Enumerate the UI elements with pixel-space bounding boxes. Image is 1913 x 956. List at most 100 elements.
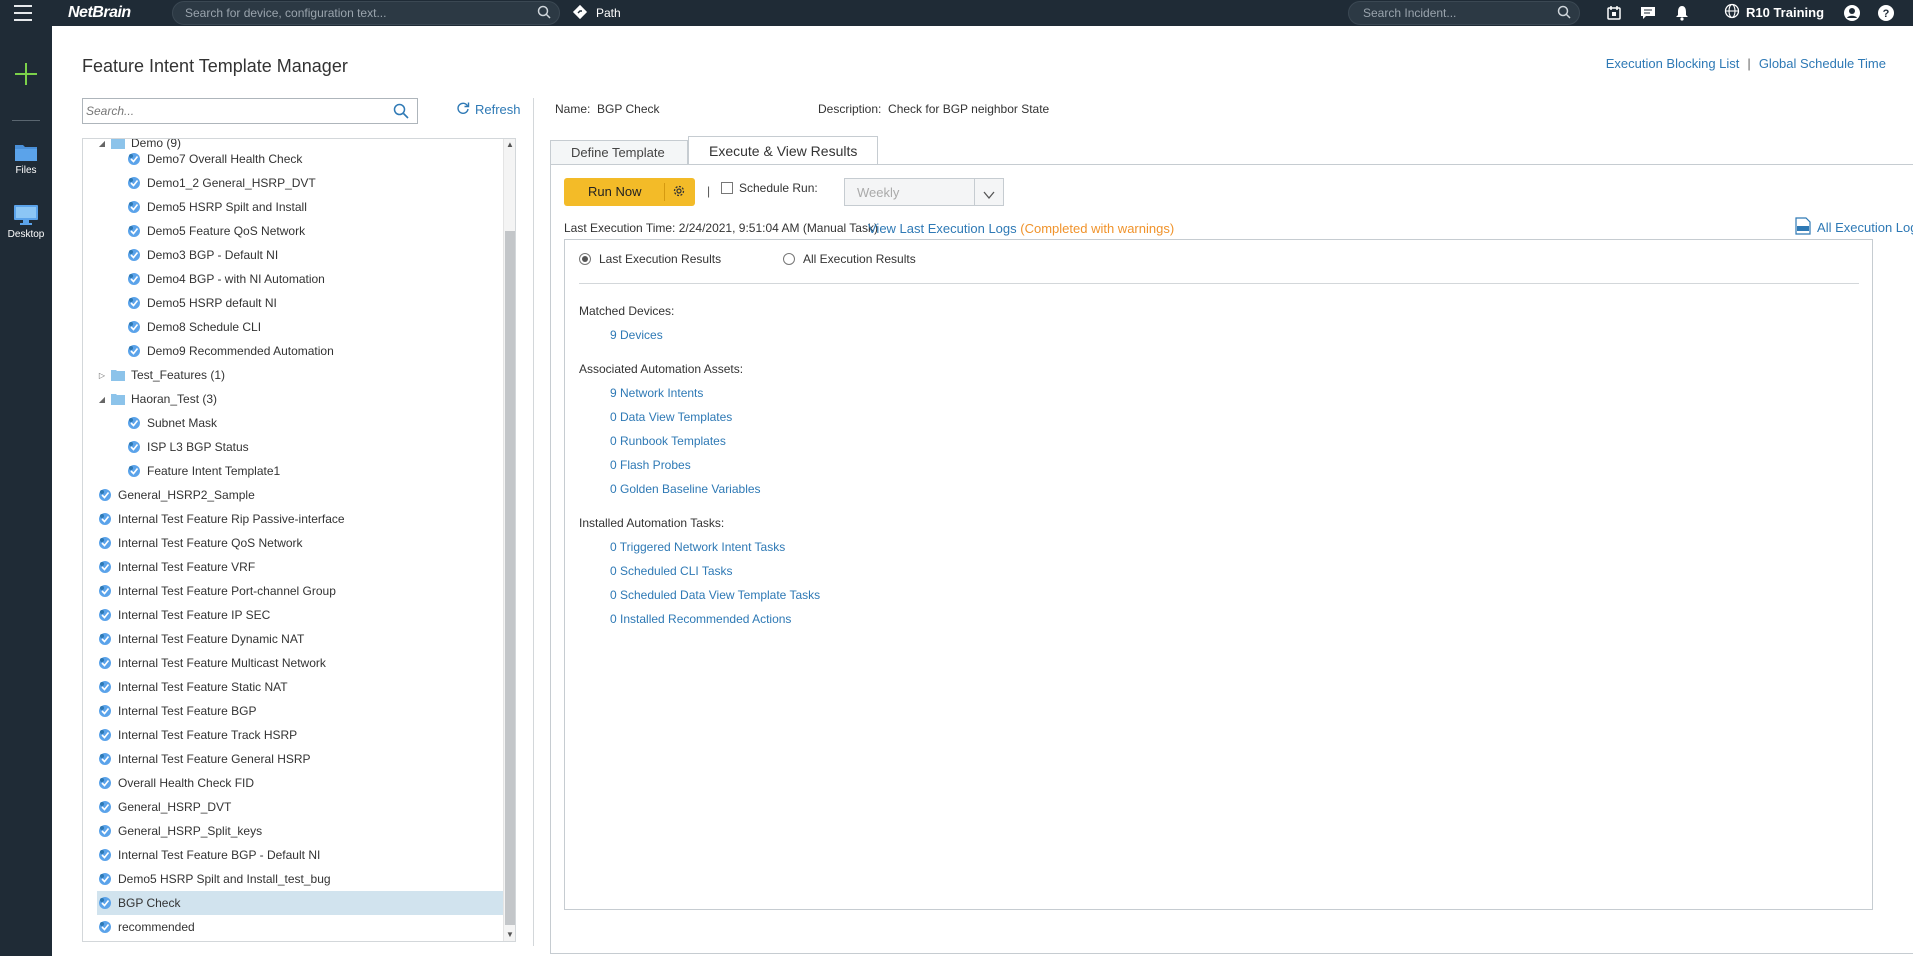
radio-last-execution-results[interactable]: Last Execution Results <box>579 252 721 266</box>
tree-item[interactable]: Internal Test Feature IP SEC <box>97 603 270 627</box>
template-icon <box>97 799 113 815</box>
tree-item[interactable]: Feature Intent Template1 <box>113 459 280 483</box>
refresh-button[interactable]: Refresh <box>456 101 521 118</box>
tree-item[interactable]: Internal Test Feature VRF <box>97 555 255 579</box>
triggered-intent-tasks-link[interactable]: 0 Triggered Network Intent Tasks <box>610 540 785 554</box>
view-logs-label[interactable]: View Last Execution Logs <box>868 221 1017 236</box>
all-execution-logs-label[interactable]: All Execution Logs <box>1817 220 1913 235</box>
tree-item[interactable]: Demo9 Recommended Automation <box>113 339 334 363</box>
template-tree[interactable]: ◢ Demo (9) Demo7 Overall Health Check Dem… <box>82 138 516 942</box>
tree-folder[interactable]: ◢ Haoran_Test (3) <box>97 387 217 411</box>
execution-blocking-list-link[interactable]: Execution Blocking List <box>1606 56 1740 71</box>
template-icon <box>97 559 113 575</box>
expand-toggle-icon[interactable]: ▷ <box>97 371 107 380</box>
tree-item[interactable]: Demo5 Feature QoS Network <box>113 219 305 243</box>
schedule-run-checkbox[interactable]: Schedule Run: <box>721 181 818 195</box>
installed-recommended-actions-link[interactable]: 0 Installed Recommended Actions <box>610 612 791 626</box>
tree-item[interactable]: Internal Test Feature BGP - Default NI <box>97 843 320 867</box>
help-icon[interactable]: ? <box>1876 3 1896 23</box>
tree-item[interactable]: General_HSRP2_Sample <box>97 483 255 507</box>
flash-probes-link[interactable]: 0 Flash Probes <box>610 458 691 472</box>
incident-search-input[interactable] <box>1363 5 1553 21</box>
tree-item[interactable]: Demo7 Overall Health Check <box>113 147 302 171</box>
scheduled-dvt-tasks-link[interactable]: 0 Scheduled Data View Template Tasks <box>610 588 820 602</box>
rail-item-desktop[interactable]: Desktop <box>0 204 52 240</box>
tree-item[interactable]: Demo5 HSRP default NI <box>113 291 277 315</box>
all-execution-logs-link[interactable]: All Execution Logs <box>1795 217 1913 238</box>
template-search[interactable] <box>82 98 418 124</box>
incident-search[interactable] <box>1348 1 1580 25</box>
checkbox[interactable] <box>721 182 733 194</box>
calendar-icon[interactable] <box>1604 3 1624 23</box>
tab-define-template[interactable]: Define Template <box>550 140 688 164</box>
tree-item[interactable]: Demo5 HSRP Spilt and Install_test_bug <box>97 867 331 891</box>
tree-item[interactable]: ISP L3 BGP Status <box>113 435 249 459</box>
tab-execute-view-results[interactable]: Execute & View Results <box>688 136 878 165</box>
tree-item-label: General_HSRP2_Sample <box>118 488 255 502</box>
scheduled-cli-tasks-link[interactable]: 0 Scheduled CLI Tasks <box>610 564 733 578</box>
collapse-toggle-icon[interactable]: ◢ <box>97 395 107 404</box>
template-search-input[interactable] <box>86 103 376 119</box>
tree-item[interactable]: Internal Test Feature Port-channel Group <box>97 579 336 603</box>
chevron-down-icon[interactable] <box>983 187 995 205</box>
netbrain-logo[interactable]: NetBrain <box>68 4 131 22</box>
template-name: Name: BGP Check <box>555 102 660 116</box>
search-icon[interactable] <box>537 5 551 24</box>
tree-item[interactable]: Internal Test Feature QoS Network <box>97 531 303 555</box>
user-icon-group: ? <box>1842 3 1896 23</box>
radio-all-execution-results[interactable]: All Execution Results <box>783 252 916 266</box>
tree-item[interactable]: Internal Test Feature Static NAT <box>97 675 288 699</box>
hamburger-icon[interactable] <box>14 5 32 21</box>
scroll-thumb[interactable] <box>505 231 515 925</box>
tree-item[interactable]: Internal Test Feature General HSRP <box>97 747 311 771</box>
tree-item[interactable]: Internal Test Feature Dynamic NAT <box>97 627 304 651</box>
search-icon[interactable] <box>1557 5 1571 24</box>
log-icon <box>1795 217 1811 238</box>
collapse-toggle-icon[interactable]: ◢ <box>97 139 107 148</box>
tree-item[interactable]: BGP Check <box>97 891 503 915</box>
run-now-button[interactable]: Run Now <box>564 178 695 206</box>
add-icon[interactable] <box>14 62 38 86</box>
template-icon <box>97 775 113 791</box>
tree-item[interactable]: Demo4 BGP - with NI Automation <box>113 267 325 291</box>
tree-item[interactable]: Overall Health Check FID <box>97 771 254 795</box>
tree-item[interactable]: Internal Test Feature Multicast Network <box>97 651 326 675</box>
tree-item[interactable]: Demo8 Schedule CLI <box>113 315 261 339</box>
chat-icon[interactable] <box>1638 3 1658 23</box>
tree-item[interactable]: Demo3 BGP - Default NI <box>113 243 278 267</box>
tree-item[interactable]: Subnet Mask <box>113 411 217 435</box>
bell-icon[interactable] <box>1672 3 1692 23</box>
data-view-templates-link[interactable]: 0 Data View Templates <box>610 410 732 424</box>
radio-button[interactable] <box>783 253 795 265</box>
golden-baseline-variables-link[interactable]: 0 Golden Baseline Variables <box>610 482 761 496</box>
global-schedule-time-link[interactable]: Global Schedule Time <box>1759 56 1886 71</box>
tree-item[interactable]: Internal Test Feature Track HSRP <box>97 723 297 747</box>
radio-button-selected[interactable] <box>579 253 591 265</box>
tree-item[interactable]: General_HSRP_DVT <box>97 795 231 819</box>
rail-item-files[interactable]: Files <box>0 142 52 176</box>
tree-scrollbar[interactable]: ▲ ▼ <box>503 139 515 941</box>
tenant-selector[interactable]: R10 Training <box>1724 3 1824 22</box>
name-value: BGP Check <box>597 102 660 116</box>
scroll-up-icon[interactable]: ▲ <box>504 139 515 151</box>
tree-item[interactable]: Internal Test Feature Rip Passive-interf… <box>97 507 345 531</box>
tree-item[interactable]: recommended <box>97 915 195 939</box>
tree-item[interactable]: Demo5 HSRP Spilt and Install <box>113 195 307 219</box>
path-button[interactable]: Path <box>572 2 621 24</box>
search-icon[interactable] <box>393 103 409 124</box>
tree-item[interactable]: General_HSRP_Split_keys <box>97 819 262 843</box>
schedule-frequency-select[interactable]: Weekly <box>844 178 1004 206</box>
tree-item[interactable]: Internal Test Feature BGP <box>97 699 257 723</box>
scroll-down-icon[interactable]: ▼ <box>504 929 515 941</box>
network-intents-link[interactable]: 9 Network Intents <box>610 386 703 400</box>
gear-icon[interactable] <box>672 184 686 203</box>
tree-folder[interactable]: ▷ Test_Features (1) <box>97 363 225 387</box>
view-last-execution-logs-link[interactable]: View Last Execution Logs (Completed with… <box>868 221 1174 236</box>
global-search[interactable] <box>172 1 560 25</box>
tree-item[interactable]: Demo1_2 General_HSRP_DVT <box>113 171 316 195</box>
schedule-run-label: Schedule Run: <box>739 181 818 195</box>
runbook-templates-link[interactable]: 0 Runbook Templates <box>610 434 726 448</box>
user-icon[interactable] <box>1842 3 1862 23</box>
global-search-input[interactable] <box>185 5 525 21</box>
matched-devices-link[interactable]: 9 Devices <box>610 328 663 342</box>
